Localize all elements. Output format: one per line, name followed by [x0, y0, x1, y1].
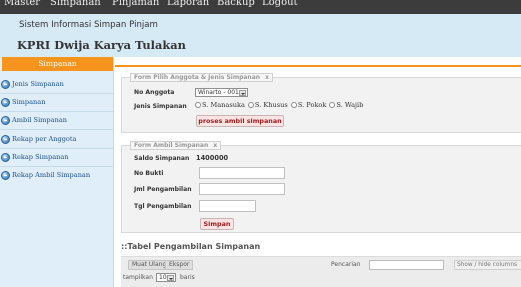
- radio-circle-icon: [290, 102, 297, 108]
- sidebar-divider: [0, 111, 113, 112]
- top-menu-bar: Master Simpanan Pinjaman Laporan Backup …: [0, 0, 521, 14]
- reload-button[interactable]: Muat Ulang: [128, 260, 171, 270]
- sidebar-item-label: Rekap Ambil Simpanan: [12, 171, 91, 179]
- form-pilih-legend-text: Form Pilih Anggota & Jenis Simpanan: [134, 74, 261, 81]
- jenis-simpanan-label: Jenis Simpanan: [134, 103, 187, 110]
- sidebar-item-label: Ambil Simpanan: [12, 116, 68, 124]
- radio-label: S. Manasuka: [202, 101, 245, 109]
- radio-label: S. Wajib: [336, 101, 364, 109]
- chevron-down-icon: [167, 275, 174, 281]
- sidebar-item-rekap-ambil-simpanan[interactable]: Rekap Ambil Simpanan: [0, 169, 113, 184]
- table-section-title: ::Tabel Pengambilan Simpanan: [121, 242, 261, 251]
- sidebar-item-label: Jenis Simpanan: [12, 80, 64, 88]
- anggota-select[interactable]: Winarto - 001: [195, 88, 248, 97]
- accent-divider: [115, 65, 521, 67]
- radio-label: S. Khusus: [254, 101, 288, 109]
- radio-pokok[interactable]: S. Pokok: [290, 101, 327, 109]
- menu-simpanan[interactable]: Simpanan: [50, 0, 101, 8]
- sidebar-item-rekap-per-anggota[interactable]: Rekap per Anggota: [0, 133, 113, 148]
- menu-logout[interactable]: Logout: [262, 0, 298, 8]
- table-toolbar: Muat Ulang Ekspor Pencarian Show / hide …: [121, 256, 521, 287]
- simpan-button[interactable]: Simpan: [200, 218, 234, 230]
- app-title: KPRI Dwija Karya Tulakan: [17, 38, 186, 52]
- sidebar-heading: Simpanan: [2, 57, 113, 71]
- radio-manasuka[interactable]: S. Manasuka: [195, 101, 245, 109]
- saldo-value: 1400000: [196, 154, 229, 162]
- anggota-label: No Anggota: [134, 89, 175, 96]
- saldo-label: Saldo Simpanan: [134, 155, 190, 162]
- radio-wajib[interactable]: S. Wajib: [329, 101, 363, 109]
- jumlah-pengambilan-label: Jml Pengambilan: [134, 186, 192, 193]
- app-subtitle: Sistem Informasi Simpan Pinjam: [19, 20, 158, 30]
- export-button[interactable]: Ekspor: [165, 260, 194, 270]
- radio-label: S. Pokok: [297, 101, 327, 109]
- radio-circle-icon: [247, 102, 254, 108]
- page-size-select[interactable]: 10: [156, 273, 176, 282]
- form-pilih-legend: Form Pilih Anggota & Jenis Simpanan x: [130, 73, 273, 82]
- sidebar-item-label: Rekap per Anggota: [12, 135, 77, 143]
- anggota-select-value: Winarto - 001: [198, 89, 239, 96]
- menu-pinjaman[interactable]: Pinjaman: [112, 0, 159, 8]
- search-label: Pencarian: [331, 261, 361, 268]
- bullet-icon: [1, 80, 10, 89]
- sidebar-divider: [0, 129, 113, 130]
- bullet-icon: [1, 98, 10, 107]
- no-bukti-label: No Bukti: [134, 170, 164, 177]
- sidebar-item-jenis-simpanan[interactable]: Jenis Simpanan: [0, 78, 113, 93]
- bullet-icon: [1, 153, 10, 162]
- form-pilih-anggota: Form Pilih Anggota & Jenis Simpanan x No…: [121, 73, 521, 133]
- legend-close-icon[interactable]: x: [265, 74, 269, 81]
- chevron-down-icon: [239, 90, 246, 96]
- tanggal-pengambilan-label: Tgl Pengambilan: [134, 203, 192, 210]
- page-size-value: 10: [159, 274, 167, 281]
- jumlah-pengambilan-input[interactable]: [199, 183, 285, 195]
- sidebar-item-ambil-simpanan[interactable]: Ambil Simpanan: [0, 114, 113, 129]
- sidebar-divider: [0, 166, 113, 167]
- radio-circle-icon: [195, 102, 201, 108]
- radio-circle-icon: [329, 102, 336, 108]
- sidebar-divider: [0, 93, 113, 94]
- sidebar: Simpanan Jenis Simpanan Simpanan Ambil S…: [0, 57, 114, 287]
- menu-backup[interactable]: Backup: [217, 0, 255, 8]
- tanggal-pengambilan-input[interactable]: [199, 200, 256, 212]
- bullet-icon: [1, 116, 10, 125]
- legend-close-icon[interactable]: x: [213, 142, 217, 149]
- show-hide-columns-button[interactable]: Show / hide columns: [454, 260, 521, 270]
- sidebar-item-label: Rekap Simpanan: [12, 153, 69, 161]
- sidebar-divider: [0, 148, 113, 149]
- menu-master[interactable]: Master: [4, 0, 40, 8]
- search-input[interactable]: [369, 260, 444, 270]
- no-bukti-input[interactable]: [199, 167, 285, 179]
- form-ambil-legend: Form Ambil Simpanan x: [130, 141, 222, 150]
- jenis-simpanan-radio-group: S. Manasuka S. Khusus S. Pokok S. Wajib: [195, 101, 366, 109]
- radio-khusus[interactable]: S. Khusus: [247, 101, 288, 109]
- rows-label: baris: [180, 274, 195, 281]
- bullet-icon: [1, 171, 10, 180]
- bullet-icon: [1, 135, 10, 144]
- form-ambil-simpanan: Form Ambil Simpanan x Saldo Simpanan 140…: [121, 141, 521, 233]
- menu-laporan[interactable]: Laporan: [167, 0, 209, 8]
- app-header: Sistem Informasi Simpan Pinjam KPRI Dwij…: [0, 14, 521, 57]
- form-ambil-legend-text: Form Ambil Simpanan: [134, 142, 209, 149]
- sidebar-item-simpanan[interactable]: Simpanan: [0, 96, 113, 111]
- sidebar-item-label: Simpanan: [12, 98, 46, 106]
- proses-ambil-simpanan-button[interactable]: proses ambil simpanan: [196, 115, 284, 127]
- show-label: tampilkan: [123, 274, 153, 281]
- sidebar-item-rekap-simpanan[interactable]: Rekap Simpanan: [0, 151, 113, 166]
